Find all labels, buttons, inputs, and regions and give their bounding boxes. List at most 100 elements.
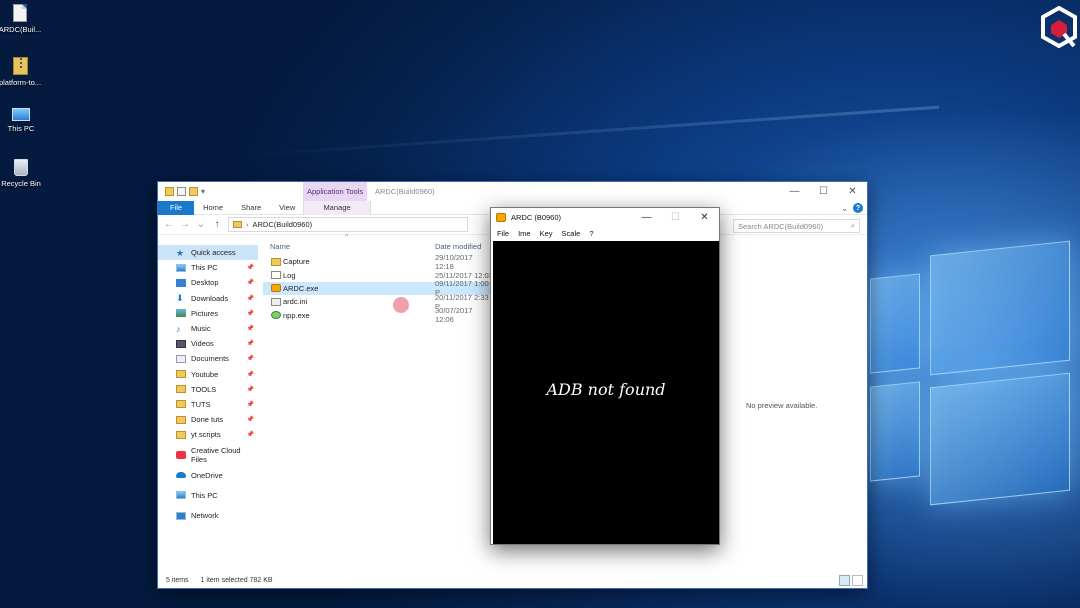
desktop-icon	[176, 278, 186, 287]
list-item[interactable]: Capture 29/10/2017 12:18	[263, 253, 493, 271]
menu-item-key[interactable]: Key	[540, 229, 553, 238]
sidebar-item-yt-scripts[interactable]: yt scripts 📌	[158, 427, 258, 442]
desktop-icon-label: platform-to...	[0, 78, 42, 87]
sidebar-item-videos[interactable]: Videos 📌	[158, 336, 258, 351]
minimize-button[interactable]: —	[632, 208, 661, 227]
preview-pane-text: No preview available.	[746, 401, 818, 410]
item-count: 5 items	[166, 576, 189, 584]
desktop-icon-label: Recycle Bin	[1, 179, 41, 188]
pin-icon: 📌	[246, 295, 254, 302]
ardc-titlebar[interactable]: ARDC (B0960) — ☐ ✕	[491, 208, 719, 227]
ardc-window: ARDC (B0960) — ☐ ✕ File Ime Key Scale ? …	[490, 207, 720, 545]
sidebar-item-label: yt scripts	[191, 430, 221, 440]
desktop-icon-this-pc[interactable]: This PC	[0, 108, 47, 133]
recent-chevron-icon[interactable]: ⌄	[196, 219, 206, 230]
device-screen[interactable]: ADB not found	[493, 241, 719, 544]
light-beam	[240, 105, 940, 158]
computer-icon	[176, 263, 186, 272]
text-file-icon	[271, 271, 281, 280]
maximize-button[interactable]: ☐	[661, 208, 690, 227]
maximize-button[interactable]: ☐	[809, 182, 838, 201]
pin-icon: 📌	[246, 265, 254, 272]
sidebar-item-tuts[interactable]: TUTS 📌	[158, 397, 258, 412]
sidebar-item-network[interactable]: Network	[158, 508, 258, 523]
chevron-down-icon[interactable]: ▾	[201, 187, 205, 196]
large-icons-view-button[interactable]	[852, 575, 863, 586]
desktop-icon-recycle-bin[interactable]: Recycle Bin	[0, 159, 47, 188]
documents-icon	[176, 354, 186, 363]
pin-icon: 📌	[246, 386, 254, 393]
tab-share[interactable]: Share	[232, 201, 270, 215]
pin-icon: 📌	[246, 326, 254, 333]
column-header-name[interactable]: Name	[270, 242, 290, 251]
sidebar-item-label: Videos	[191, 339, 214, 349]
sidebar-item-label: OneDrive	[191, 470, 223, 480]
tab-view[interactable]: View	[270, 201, 304, 215]
file-date: 25/11/2017 12:03	[435, 270, 493, 280]
address-bar[interactable]: › ARDC(Build0960)	[228, 217, 468, 232]
sidebar-item-label: This PC	[191, 490, 218, 500]
close-button[interactable]: ✕	[838, 182, 867, 201]
tab-home[interactable]: Home	[194, 201, 232, 215]
minimize-button[interactable]: —	[780, 182, 809, 201]
sidebar-item-tools[interactable]: TOOLS 📌	[158, 382, 258, 397]
folder-icon	[176, 370, 186, 379]
expand-ribbon-icon[interactable]: ⌄	[841, 204, 848, 213]
details-view-button[interactable]	[839, 575, 850, 586]
sidebar-item-documents[interactable]: Documents 📌	[158, 351, 258, 366]
sidebar-item-label: Downloads	[191, 293, 229, 303]
music-note-icon: ♪	[176, 323, 181, 334]
sidebar-item-label: Pictures	[191, 308, 219, 318]
settings-file-icon	[271, 297, 281, 306]
properties-icon[interactable]	[177, 187, 186, 196]
forward-arrow-icon[interactable]: →	[180, 219, 190, 230]
column-header-date[interactable]: Date modified	[435, 242, 481, 251]
sidebar-item-this-pc[interactable]: This PC 📌	[158, 260, 258, 275]
sidebar-item-youtube[interactable]: Youtube 📌	[158, 367, 258, 382]
sidebar-item-label: This PC	[191, 263, 218, 273]
sidebar-item-onedrive[interactable]: OneDrive	[158, 468, 258, 483]
explorer-titlebar[interactable]: ▾ Application Tools ARDC(Build0960) — ☐ …	[158, 182, 867, 201]
sidebar-item-this-pc-root[interactable]: This PC	[158, 488, 258, 503]
up-arrow-icon[interactable]: ↑	[212, 219, 222, 230]
breadcrumb-separator-icon: ›	[246, 220, 249, 229]
back-arrow-icon[interactable]: ←	[164, 219, 174, 230]
close-button[interactable]: ✕	[690, 208, 719, 227]
app-icon	[496, 213, 506, 222]
folder-icon	[176, 415, 186, 424]
star-icon: ★	[176, 247, 185, 258]
sidebar-item-creative-cloud[interactable]: Creative Cloud Files	[158, 446, 258, 464]
sidebar-item-music[interactable]: ♪ Music 📌	[158, 321, 258, 336]
menu-item-help[interactable]: ?	[589, 229, 593, 238]
menu-item-ime[interactable]: Ime	[518, 229, 531, 238]
desktop-icon-platform-tools[interactable]: platform-to...	[0, 57, 46, 87]
menu-item-file[interactable]: File	[497, 229, 509, 238]
sidebar-item-quick-access[interactable]: ★ Quick access	[158, 245, 258, 261]
sidebar-item-done-tuts[interactable]: Done tuts 📌	[158, 412, 258, 427]
sidebar-item-label: Done tuts	[191, 415, 224, 425]
list-item[interactable]: npp.exe 30/07/2017 12:06	[263, 306, 493, 324]
sidebar-item-downloads[interactable]: ⬇ Downloads 📌	[158, 291, 258, 306]
new-folder-icon[interactable]	[189, 187, 198, 196]
desktop-icon-label: This PC	[7, 124, 35, 133]
sidebar-item-pictures[interactable]: Pictures 📌	[158, 306, 258, 321]
sidebar-item-desktop[interactable]: Desktop 📌	[158, 275, 258, 290]
desktop-icon-ardc[interactable]: ARDC(Buil...	[0, 4, 46, 34]
help-icon[interactable]: ?	[853, 203, 863, 213]
search-input[interactable]: Search ARDC(Build0960) ⌕	[733, 219, 860, 233]
cloud-icon	[176, 472, 186, 479]
sidebar-item-label: TOOLS	[191, 384, 217, 394]
file-name: Capture	[283, 257, 310, 267]
recycle-bin-icon	[14, 159, 28, 176]
tab-manage[interactable]: Manage	[303, 200, 371, 215]
pictures-icon	[176, 309, 186, 318]
application-tools-label: Application Tools	[303, 182, 368, 201]
application-icon	[271, 284, 281, 293]
pin-icon: 📌	[246, 371, 254, 378]
computer-icon	[176, 491, 186, 500]
video-icon	[176, 339, 186, 348]
windows-logo-wallpaper	[860, 228, 1080, 518]
menu-item-scale[interactable]: Scale	[562, 229, 581, 238]
selection-info: 1 item selected 782 KB	[200, 576, 273, 584]
tab-file[interactable]: File	[158, 200, 195, 215]
